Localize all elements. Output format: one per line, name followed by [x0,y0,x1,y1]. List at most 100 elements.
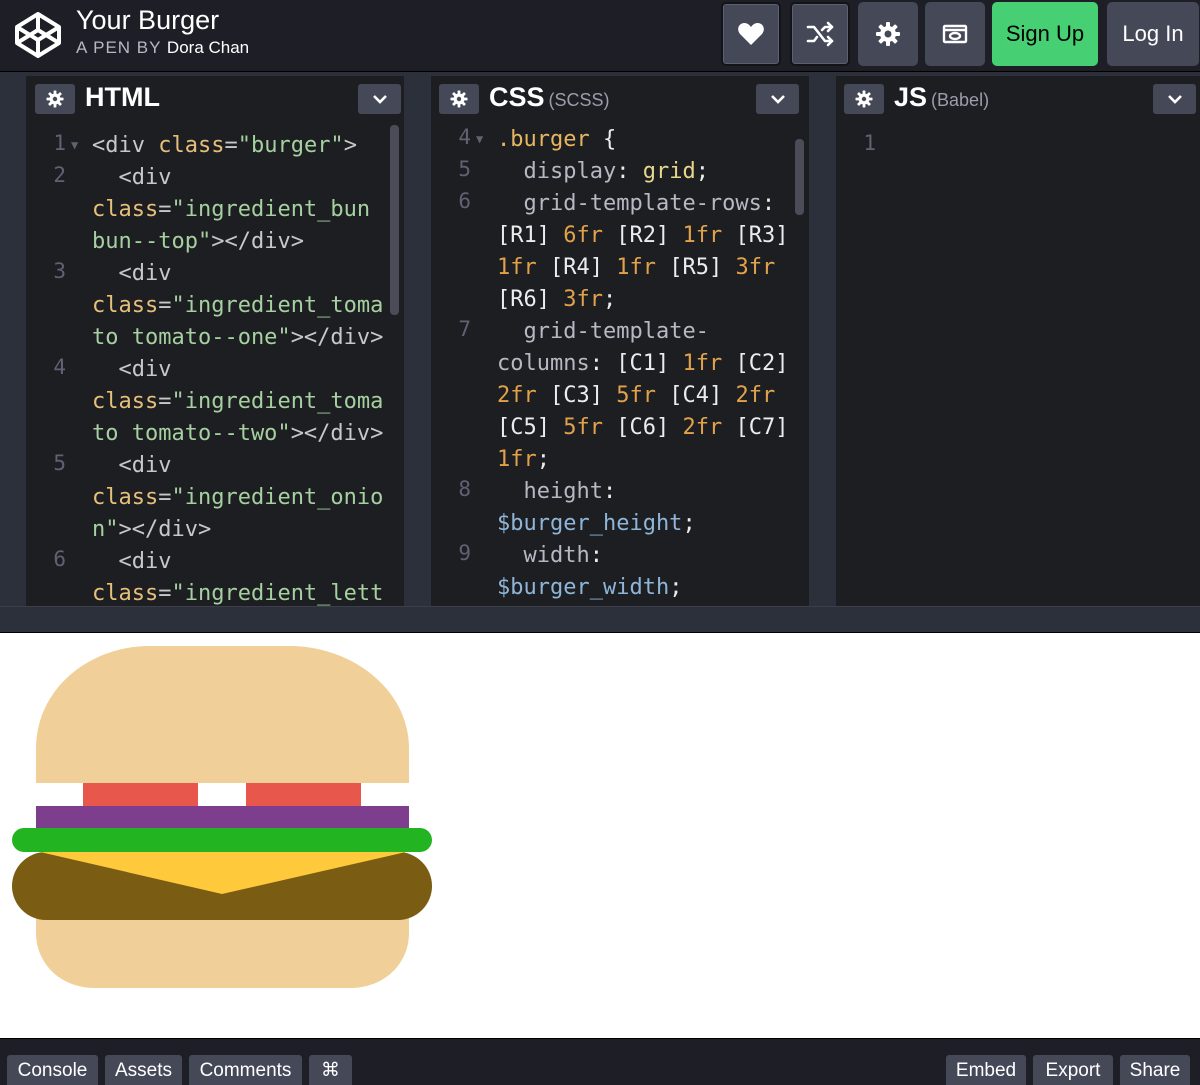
css-preprocessor-label: (SCSS) [548,90,610,110]
author-link[interactable]: Dora Chan [167,38,249,57]
console-button[interactable]: Console [7,1055,98,1085]
code-line: 1fr [R4] 1fr [R5] 3fr [497,255,776,280]
gear-icon [876,22,900,46]
js-code[interactable]: 1 [836,125,1200,606]
css-scrollbar[interactable] [795,139,804,215]
html-pane-header: HTML [26,72,404,125]
fold-arrow-icon[interactable]: ▼ [71,138,78,152]
code-token: <div [118,357,172,382]
html-collapse-button[interactable] [358,84,401,114]
css-pane-header: CSS (SCSS) [431,72,809,125]
line-number: 9 [458,541,471,565]
code-token: class [92,389,159,414]
keyboard-shortcuts-button[interactable]: ⌘ [309,1055,352,1085]
html-code[interactable]: 1 ▼ <div class="burger"> 2 <div class="i… [26,125,404,606]
code-token: : [761,191,776,216]
gear-icon [46,90,64,108]
code-token: class [158,133,225,158]
line-number: 4 [53,355,66,379]
code-line: <div [92,546,172,578]
code-line: bun--top"></div> [92,226,304,258]
line-number: 7 [458,317,471,341]
code-token: ></div> [290,325,384,350]
preview-resize-handle[interactable] [0,606,1200,633]
love-button[interactable] [721,2,781,66]
code-line: to tomato--two"></div> [92,418,383,450]
assets-button[interactable]: Assets [105,1055,182,1085]
line-number: 3 [53,259,66,283]
line-number: 6 [53,547,66,571]
code-line: class="ingredient_bun [92,194,370,226]
code-token: grid-template- [523,319,709,344]
code-token: to tomato--two" [92,421,291,446]
line-number: 6 [458,189,471,213]
burger-illustration [12,646,432,988]
js-settings-button[interactable] [844,84,884,114]
html-editor-pane: HTML 1 ▼ <div class="burger"> 2 <div cla… [26,72,404,606]
code-line: display: grid; [497,156,709,188]
code-line: <div class="burger"> [92,130,357,162]
code-token: "burger" [237,133,344,158]
code-token: <div [118,549,172,574]
codepen-logo-icon[interactable] [13,10,63,60]
line-number: 1 [863,131,876,155]
html-scrollbar[interactable] [390,125,399,315]
share-button[interactable]: Share [1120,1055,1190,1085]
export-button[interactable]: Export [1033,1055,1113,1085]
css-settings-button[interactable] [439,84,479,114]
code-line: [C5] 5fr [C6] 2fr [C7] [497,415,789,440]
gear-icon [855,90,873,108]
code-token: = [158,197,172,222]
line-number: 5 [458,157,471,181]
comments-button[interactable]: Comments [189,1055,302,1085]
code-token: class [92,581,159,606]
fork-icon [806,21,834,47]
code-token: class [92,293,159,318]
css-editor-pane: CSS (SCSS) 4 ▼ .burger { 5 display: grid;… [431,72,809,606]
fold-arrow-icon[interactable]: ▼ [476,132,483,146]
code-token: ></div> [290,421,384,446]
line-number: 1 [53,131,66,155]
pen-byline: A PEN BY Dora Chan [76,38,249,58]
log-in-button[interactable]: Log In [1107,2,1199,66]
gear-icon [450,90,468,108]
view-mode-icon [942,24,968,44]
code-token: > [343,133,357,158]
code-token: "ingredient_lett [171,581,384,606]
sign-up-button[interactable]: Sign Up [992,2,1098,66]
code-token: .burger [497,127,590,152]
fork-button[interactable] [790,2,850,66]
code-line: <div [92,258,172,290]
css-code[interactable]: 4 ▼ .burger { 5 display: grid; 6 grid-te… [431,125,809,606]
code-token: class [92,197,159,222]
code-line: <div [92,354,172,386]
code-token: grid-template-rows [523,191,762,216]
change-view-button[interactable] [925,2,985,66]
code-line: class="ingredient_toma [92,386,383,418]
chevron-down-icon [372,95,387,104]
code-line: .burger { [497,124,616,156]
code-line: 2fr [C3] 5fr [C4] 2fr [497,383,776,408]
code-token: = [158,485,172,510]
code-line: width: [523,543,603,568]
css-collapse-button[interactable] [756,84,799,114]
js-title-text: JS [894,82,928,112]
code-line: class="ingredient_toma [92,290,383,322]
html-settings-button[interactable] [35,84,75,114]
code-token: "ingredient_toma [171,389,384,414]
code-line: grid-template-rows: [497,188,776,220]
code-line: to tomato--one"></div> [92,322,383,354]
embed-button[interactable]: Embed [946,1055,1026,1085]
js-editor-pane: JS (Babel) 1 [836,72,1200,606]
code-line: <div [92,450,172,482]
code-token: { [589,127,617,152]
code-token: "ingredient_onio [171,485,384,510]
code-line: class="ingredient_onio [92,482,383,514]
js-collapse-button[interactable] [1153,84,1196,114]
settings-button[interactable] [858,2,918,66]
code-line: height: [523,479,617,504]
code-token: ></div> [118,517,212,542]
code-token: display [523,159,617,184]
line-number: 8 [458,477,471,501]
code-token: = [158,389,172,414]
